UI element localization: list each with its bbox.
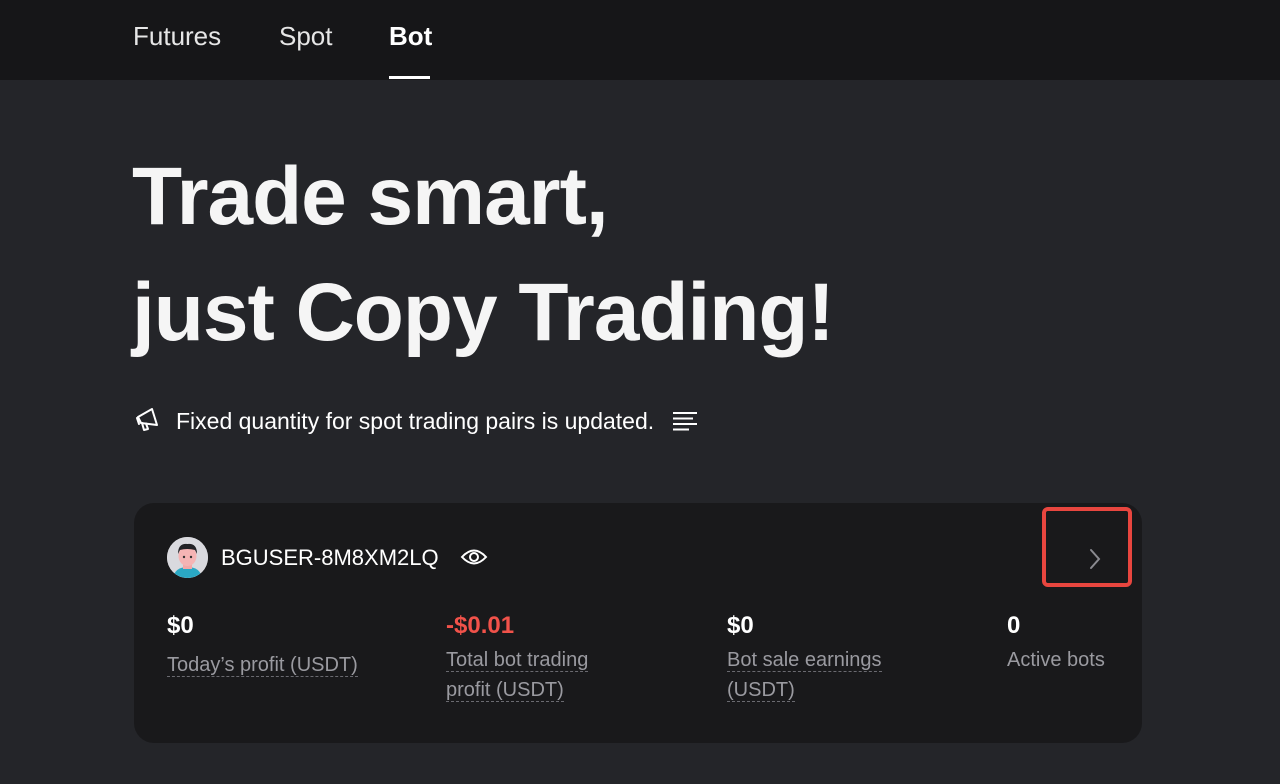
announcement-text: Fixed quantity for spot trading pairs is… [176, 407, 655, 434]
account-details-arrow-button[interactable] [1042, 507, 1132, 587]
announcement-banner[interactable]: Fixed quantity for spot trading pairs is… [134, 404, 698, 438]
tab-bot[interactable]: Bot [389, 20, 432, 52]
highlight-box [1042, 507, 1132, 587]
todays-profit-value: $0 [167, 612, 194, 639]
active-tab-indicator [389, 76, 430, 79]
tab-futures[interactable]: Futures [133, 20, 221, 52]
hero-title-line-1: Trade smart, [132, 151, 609, 242]
chevron-right-icon [1088, 547, 1102, 576]
avatar [167, 537, 208, 578]
eye-icon[interactable] [460, 545, 488, 569]
todays-profit-label[interactable]: Today’s profit (USDT) [167, 650, 358, 680]
hero-title-line-2: just Copy Trading! [132, 267, 835, 358]
bot-sale-earnings-value: $0 [727, 612, 754, 639]
total-bot-profit-value: -$0.01 [446, 612, 515, 639]
total-bot-profit-label[interactable]: Total bot trading profit (USDT) [446, 645, 589, 705]
tab-spot[interactable]: Spot [279, 20, 333, 52]
active-bots-label: Active bots [1007, 649, 1105, 671]
bot-sale-earnings-label[interactable]: Bot sale earnings (USDT) [727, 645, 882, 705]
active-bots-value: 0 [1007, 612, 1021, 639]
list-icon[interactable] [672, 411, 698, 431]
megaphone-icon [134, 405, 162, 438]
top-navigation: Futures Spot Bot [0, 0, 1280, 80]
account-summary-card: BGUSER-8M8XM2LQ $0 Today’s profit (USDT)… [134, 503, 1142, 743]
username: BGUSER-8M8XM2LQ [221, 545, 439, 570]
